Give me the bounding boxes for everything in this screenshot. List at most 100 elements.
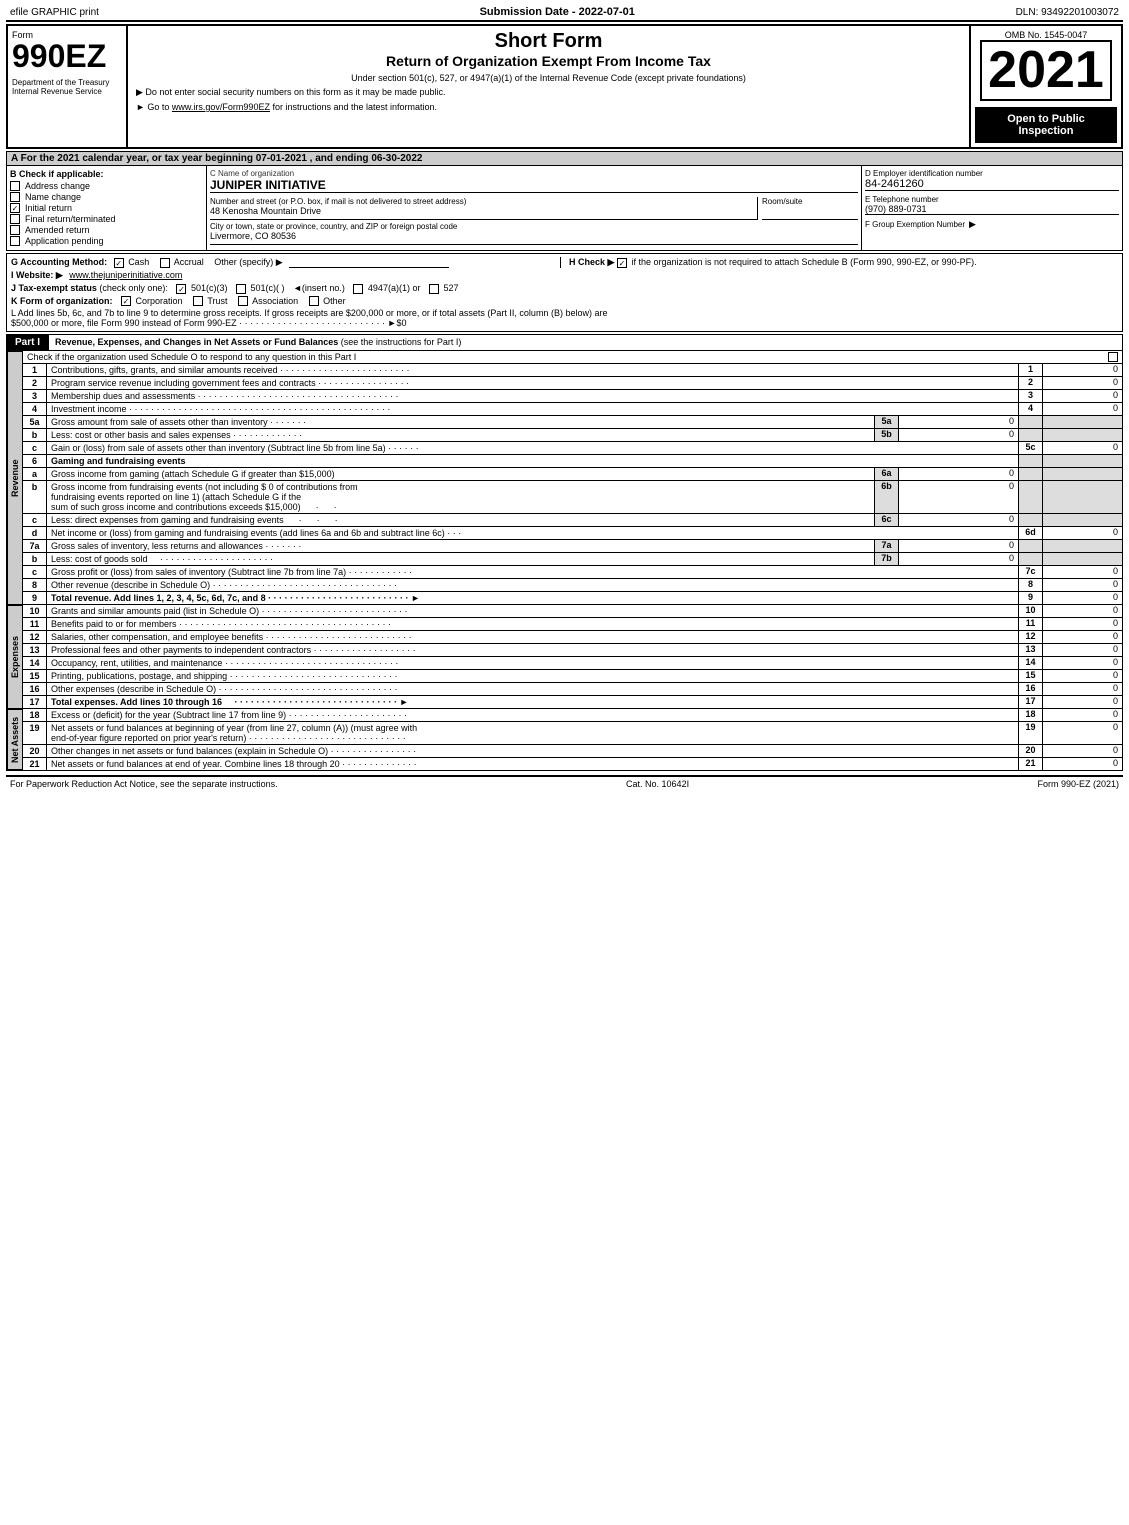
l-text2: $500,000 or more, file Form 990 instead … [11,318,406,328]
k-corp-checkbox[interactable] [121,296,131,306]
room-label: Room/suite [762,197,858,206]
line-2-code: 2 [1018,377,1042,389]
line-7c-row: c Gross profit or (loss) from sales of i… [23,566,1122,579]
line-8-val: 0 [1042,579,1122,591]
line-7b-shaded [1042,553,1122,565]
line-5c-code: 5c [1018,442,1042,454]
line-7a-row: 7a Gross sales of inventory, less return… [23,540,1122,553]
line-5a-empty-code [1018,416,1042,428]
line-11-row: 11 Benefits paid to or for members · · ·… [23,618,1122,631]
line-5b-mid: 0 [898,429,1018,441]
name-label: Name change [25,192,81,202]
line-6b-mid: 0 [898,481,1018,513]
line-9-row: 9 Total revenue. Add lines 1, 2, 3, 4, 5… [23,592,1122,605]
line-6a-code: 6a [874,468,898,480]
j-label: J Tax-exempt status [11,283,97,293]
line-2-row: 2 Program service revenue including gove… [23,377,1122,390]
col-c: C Name of organization JUNIPER INITIATIV… [207,166,862,250]
line-16-code: 16 [1018,683,1042,695]
h-text: if the organization is not required to a… [631,257,976,267]
line-7b-num: b [23,553,47,565]
year-display: 2021 [980,40,1112,101]
line-13-desc: Professional fees and other payments to … [47,644,1018,656]
line-12-code: 12 [1018,631,1042,643]
initial-label: Initial return [25,203,72,213]
f-block: F Group Exemption Number ▶ [865,219,1119,230]
line-6c-num: c [23,514,47,526]
net-assets-content: 18 Excess or (deficit) for the year (Sub… [23,709,1122,770]
title-line2: ▶ Do not enter social security numbers o… [136,87,961,98]
line-6d-val: 0 [1042,527,1122,539]
line-6a-empty [1018,468,1042,480]
section-j: J Tax-exempt status (check only one): 50… [11,283,1118,294]
pending-checkbox[interactable] [10,236,20,246]
accrual-checkbox[interactable] [160,258,170,268]
check-schedule-row: Check if the organization used Schedule … [23,351,1122,364]
k-assoc-checkbox[interactable] [238,296,248,306]
line-6-num: 6 [23,455,47,467]
e-label: E Telephone number [865,195,1119,204]
j-501c-checkbox[interactable] [236,284,246,294]
line-1-row: 1 Contributions, gifts, grants, and simi… [23,364,1122,377]
d-label: D Employer identification number [865,169,1119,178]
section-i: I Website: ▶ www.thejuniperinitiative.co… [11,270,1118,281]
initial-checkbox[interactable] [10,203,20,213]
k-trust: Trust [193,296,230,306]
j-501c3-checkbox[interactable] [176,284,186,294]
line-6-shaded [1042,455,1122,467]
part1-label: Part I [7,335,49,350]
title-line3: ► Go to www.irs.gov/Form990EZ for instru… [136,102,961,112]
line-20-code: 20 [1018,745,1042,757]
k-assoc: Association [238,296,301,306]
j-4947-checkbox[interactable] [353,284,363,294]
line-20-num: 20 [23,745,47,757]
h-checkbox[interactable] [617,258,627,268]
line-21-num: 21 [23,758,47,770]
line-17-num: 17 [23,696,47,708]
j-527: 527 [429,283,459,293]
line-6d-num: d [23,527,47,539]
line-5c-val: 0 [1042,442,1122,454]
line-21-val: 0 [1042,758,1122,770]
line-10-num: 10 [23,605,47,617]
expenses-section: Expenses 10 Grants and similar amounts p… [6,605,1123,709]
line-12-val: 0 [1042,631,1122,643]
line-6d-code: 6d [1018,527,1042,539]
line-14-val: 0 [1042,657,1122,669]
line-6b-desc: Gross income from fundraising events (no… [47,481,874,513]
line-3-desc: Membership dues and assessments · · · · … [47,390,1018,402]
address-checkbox[interactable] [10,181,20,191]
line-3-val: 0 [1042,390,1122,402]
line-3-row: 3 Membership dues and assessments · · · … [23,390,1122,403]
line-7a-shaded [1042,540,1122,552]
name-checkbox[interactable] [10,192,20,202]
line-6a-mid: 0 [898,468,1018,480]
phone-value: (970) 889-0731 [865,204,1119,215]
k-trust-checkbox[interactable] [193,296,203,306]
j-501c: 501(c)( ) [236,283,287,293]
line-1-code: 1 [1018,364,1042,376]
cash-checkbox[interactable] [114,258,124,268]
dept-label: Department of the Treasury [12,78,122,87]
line-17-val: 0 [1042,696,1122,708]
line-8-desc: Other revenue (describe in Schedule O) ·… [47,579,1018,591]
org-name: JUNIPER INITIATIVE [210,178,858,193]
line-7a-code: 7a [874,540,898,552]
amended-checkbox[interactable] [10,225,20,235]
final-checkbox[interactable] [10,214,20,224]
line-1-num: 1 [23,364,47,376]
expenses-content: 10 Grants and similar amounts paid (list… [23,605,1122,709]
net-assets-section: Net Assets 18 Excess or (deficit) for th… [6,709,1123,771]
line-7c-num: c [23,566,47,578]
line-6c-empty [1018,514,1042,526]
j-527-checkbox[interactable] [429,284,439,294]
address-value: 48 Kenosha Mountain Drive [210,206,757,220]
line-6c-code: 6c [874,514,898,526]
line-17-row: 17 Total expenses. Add lines 10 through … [23,696,1122,709]
line-13-num: 13 [23,644,47,656]
section-l: L Add lines 5b, 6c, and 7b to line 9 to … [11,308,1118,328]
k-other-checkbox[interactable] [309,296,319,306]
line-5b-empty [1018,429,1042,441]
line-15-val: 0 [1042,670,1122,682]
line-4-desc: Investment income · · · · · · · · · · · … [47,403,1018,415]
